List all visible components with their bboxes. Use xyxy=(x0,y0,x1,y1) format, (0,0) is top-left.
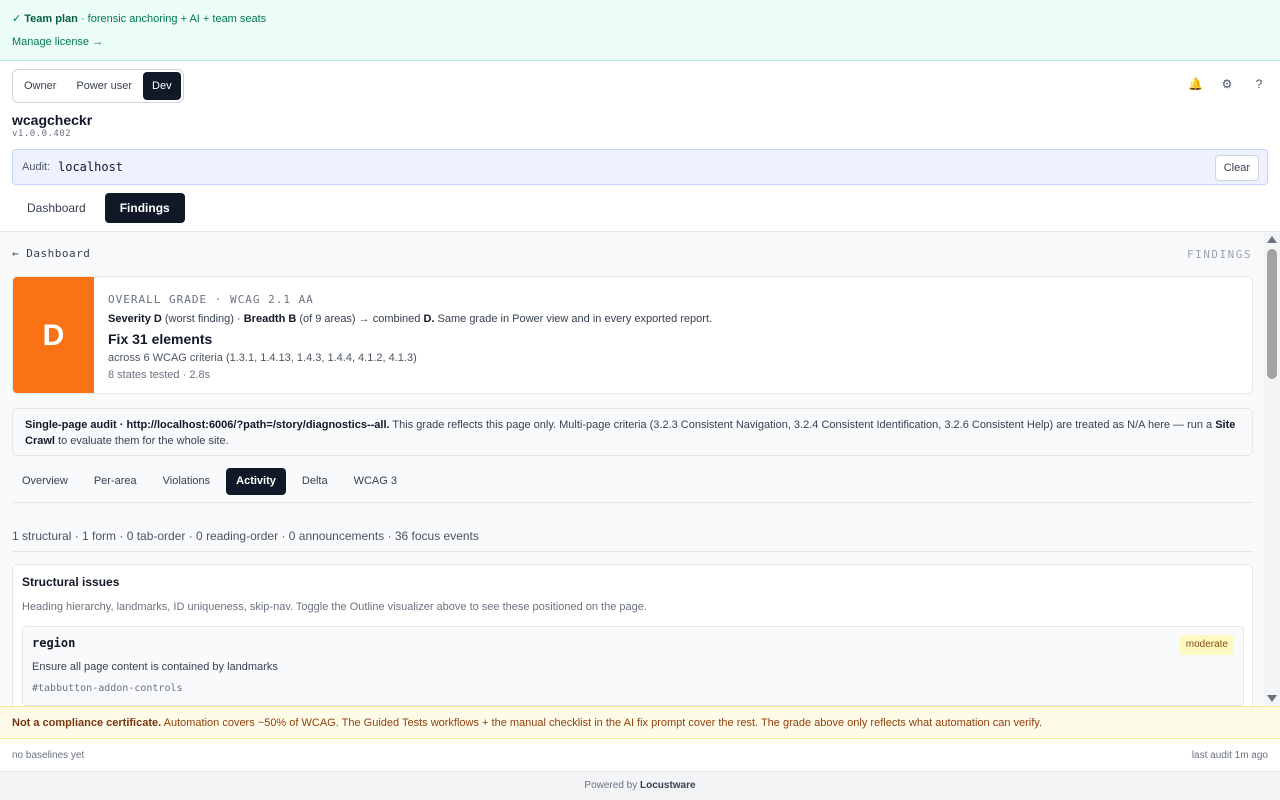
findings-sub-tabs: Overview Per-area Violations Activity De… xyxy=(12,468,1253,503)
audit-target-value: localhost xyxy=(58,160,124,174)
main-tabs: Dashboard Findings xyxy=(12,193,185,223)
tab-delta[interactable]: Delta xyxy=(292,468,338,495)
license-banner: ✓ Team plan · forensic anchoring + AI + … xyxy=(0,0,1280,61)
vertical-scrollbar[interactable] xyxy=(1264,232,1280,706)
plan-summary: ✓ Team plan · forensic anchoring + AI + … xyxy=(12,12,266,25)
header-icons: 🔔 ⚙ ? xyxy=(1188,77,1266,91)
disclaimer-strong: Not a compliance certificate. xyxy=(12,717,162,729)
tab-wcag3[interactable]: WCAG 3 xyxy=(344,468,407,495)
severity-badge: moderate xyxy=(1179,635,1234,655)
grade-tail: Same grade in Power view and in every ex… xyxy=(434,313,713,325)
issue-rule: region xyxy=(32,636,76,650)
divider xyxy=(12,551,1253,552)
plan-detail: · forensic anchoring + AI + team seats xyxy=(77,13,267,25)
status-footer: no baselines yet last audit 1m ago xyxy=(0,739,1280,772)
breadth-label: Breadth B xyxy=(243,313,297,325)
plan-name: Team plan xyxy=(24,13,78,25)
role-owner-option[interactable]: Owner xyxy=(15,72,65,100)
gear-icon[interactable]: ⚙ xyxy=(1220,77,1234,91)
role-power-user-option[interactable]: Power user xyxy=(67,72,141,100)
role-toggle: Owner Power user Dev xyxy=(12,69,184,103)
compliance-disclaimer: Not a compliance certificate. Automation… xyxy=(0,706,1280,739)
issue-item[interactable]: region moderate Ensure all page content … xyxy=(22,626,1244,706)
scroll-up-arrow-icon[interactable] xyxy=(1267,236,1277,243)
powered-prefix: Powered by xyxy=(584,780,640,791)
app-version: v1.0.0.402 xyxy=(12,129,72,139)
structural-issues-description: Heading hierarchy, landmarks, ID uniquen… xyxy=(22,601,647,613)
structural-issues-title: Structural issues xyxy=(22,575,120,589)
powered-by: Powered by Locustware xyxy=(0,772,1280,800)
states-tested: 8 states tested · 2.8s xyxy=(108,369,211,381)
bell-icon[interactable]: 🔔 xyxy=(1188,77,1203,91)
severity-label: Severity D xyxy=(108,313,162,325)
audit-label: Audit: xyxy=(22,161,51,173)
disclaimer-text: Automation covers ~50% of WCAG. The Guid… xyxy=(161,717,1043,729)
scrollbar-thumb[interactable] xyxy=(1267,249,1277,379)
scroll-down-arrow-icon[interactable] xyxy=(1267,695,1277,702)
breadth-note: (of 9 areas) → combined xyxy=(296,313,424,325)
overall-grade-card: D OVERALL GRADE · WCAG 2.1 AA Severity D… xyxy=(12,276,1253,394)
scope-text-2: to evaluate them for the whole site. xyxy=(54,435,229,447)
baselines-status: no baselines yet xyxy=(12,750,85,761)
help-icon[interactable]: ? xyxy=(1252,77,1266,91)
last-audit-status: last audit 1m ago xyxy=(1191,750,1268,761)
scope-text: This grade reflects this page only. Mult… xyxy=(389,419,1216,431)
grade-breakdown: Severity D (worst finding) · Breadth B (… xyxy=(108,313,712,325)
tab-overview[interactable]: Overview xyxy=(12,468,78,495)
brand-name[interactable]: Locustware xyxy=(640,780,696,791)
findings-panel: ← Dashboard FINDINGS D OVERALL GRADE · W… xyxy=(0,232,1264,706)
single-page-scope-note: Single-page audit · http://localhost:600… xyxy=(12,408,1253,456)
scope-label: Single-page audit · http://localhost:600… xyxy=(25,419,390,431)
criteria-list: across 6 WCAG criteria (1.3.1, 1.4.13, 1… xyxy=(108,352,417,364)
tab-per-area[interactable]: Per-area xyxy=(84,468,147,495)
tab-activity[interactable]: Activity xyxy=(226,468,286,495)
grade-letter: D xyxy=(13,277,94,393)
issue-selector: #tabbutton-addon-controls xyxy=(32,683,183,694)
activity-counts: 1 structural · 1 form · 0 tab-order · 0 … xyxy=(12,529,479,543)
fix-headline: Fix 31 elements xyxy=(108,331,213,347)
tab-findings[interactable]: Findings xyxy=(104,193,185,223)
grade-title: OVERALL GRADE · WCAG 2.1 AA xyxy=(108,293,314,306)
combined-grade: D. xyxy=(423,313,435,325)
structural-issues-card: Structural issues Heading hierarchy, lan… xyxy=(12,564,1253,706)
back-to-dashboard-link[interactable]: ← Dashboard xyxy=(12,247,90,260)
tab-violations[interactable]: Violations xyxy=(153,468,221,495)
app-name: wcagcheckr xyxy=(12,112,93,128)
role-dev-option[interactable]: Dev xyxy=(143,72,181,100)
severity-note: (worst finding) · xyxy=(161,313,244,325)
check-icon: ✓ xyxy=(12,13,22,25)
audit-target-bar: Audit: localhost Clear xyxy=(12,149,1268,185)
manage-license-link[interactable]: Manage license → xyxy=(12,36,103,48)
clear-audit-button[interactable]: Clear xyxy=(1214,155,1259,181)
issue-description: Ensure all page content is contained by … xyxy=(32,661,278,673)
section-label: FINDINGS xyxy=(1187,248,1252,261)
tab-dashboard[interactable]: Dashboard xyxy=(12,193,101,223)
app-header: Owner Power user Dev 🔔 ⚙ ? wcagcheckr v1… xyxy=(0,61,1280,232)
